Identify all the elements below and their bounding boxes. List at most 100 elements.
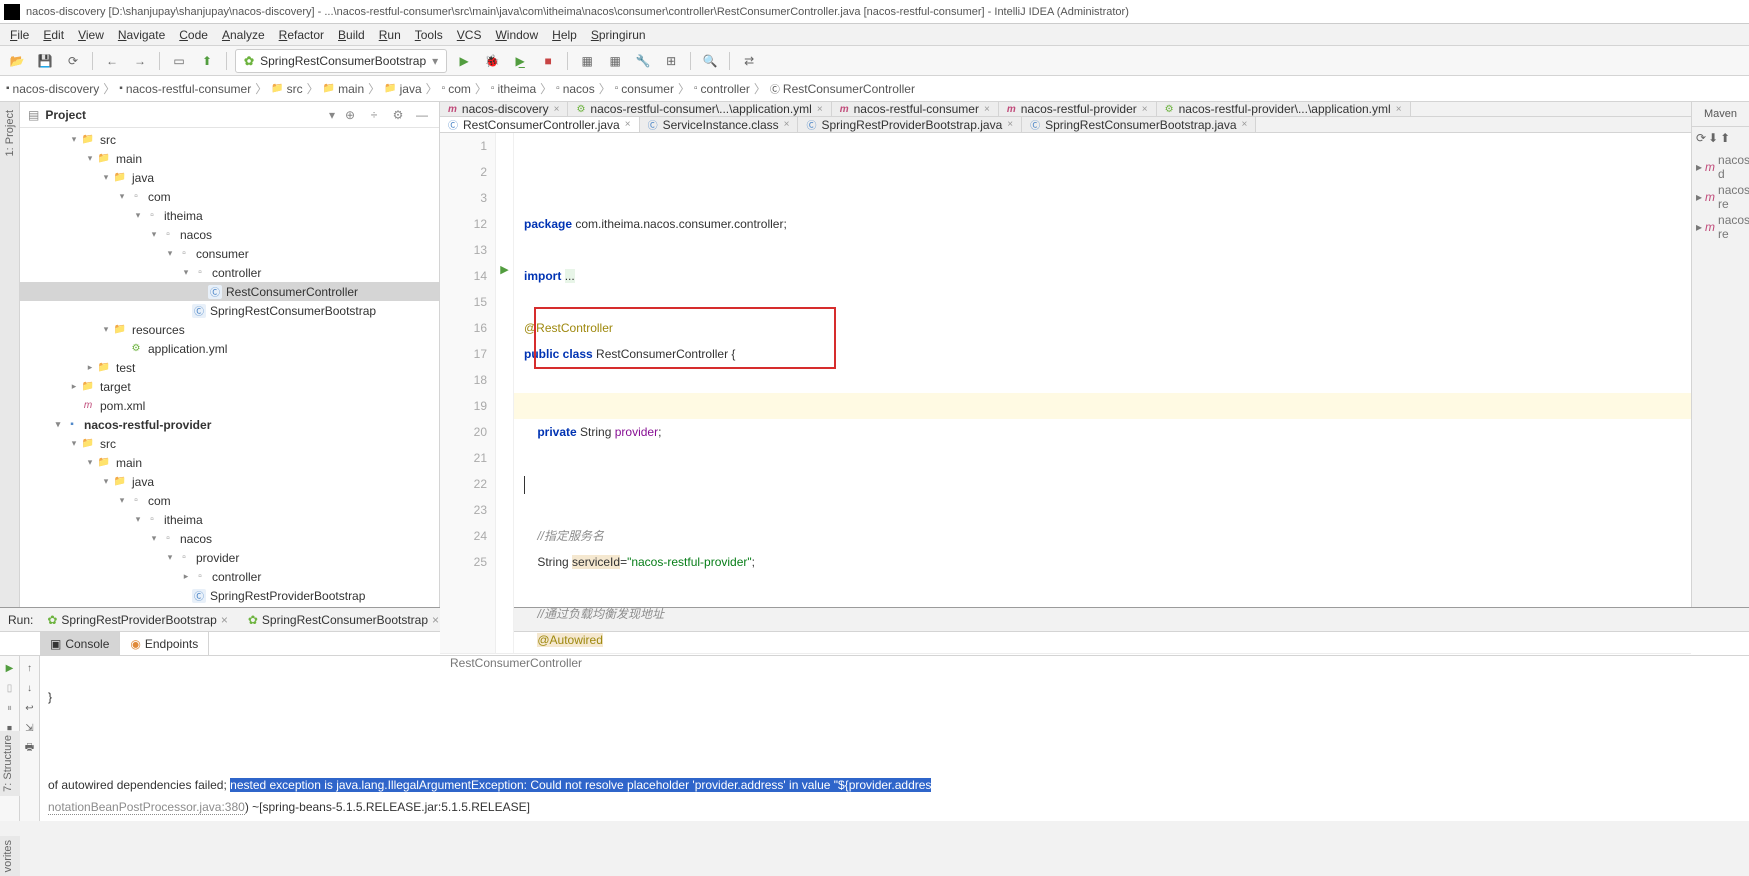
menu-springirun[interactable]: Springirun: [585, 26, 652, 44]
breadcrumb-item[interactable]: ▪ nacos-restful-consumer: [119, 82, 251, 96]
tool3-icon[interactable]: ⊞: [660, 50, 682, 72]
tree-node[interactable]: ⚙application.yml: [20, 339, 439, 358]
select-run-icon[interactable]: ▭: [168, 50, 190, 72]
editor-tab[interactable]: ⚙nacos-restful-provider\...\application.…: [1157, 102, 1411, 116]
breadcrumb-item[interactable]: 📁 java: [384, 82, 421, 96]
sync-icon[interactable]: ⟳: [62, 50, 84, 72]
tree-node[interactable]: ▾▫nacos: [20, 529, 439, 548]
breadcrumb-item[interactable]: ▫ com: [442, 82, 471, 96]
tree-node[interactable]: ▾▫provider: [20, 548, 439, 567]
breadcrumb-item[interactable]: ▫ nacos: [556, 82, 595, 96]
run-config-selector[interactable]: ✿ SpringRestConsumerBootstrap ▾: [235, 49, 447, 73]
breadcrumb-item[interactable]: 📁 src: [271, 82, 302, 96]
tree-node[interactable]: ▸📁target: [20, 377, 439, 396]
breadcrumb-item[interactable]: ▪ nacos-discovery: [6, 82, 99, 96]
close-icon[interactable]: ×: [554, 104, 560, 115]
forward-icon[interactable]: →: [129, 50, 151, 72]
close-icon[interactable]: ×: [1007, 119, 1013, 130]
menu-analyze[interactable]: Analyze: [216, 26, 271, 44]
close-icon[interactable]: ×: [221, 613, 228, 627]
up-icon[interactable]: ⬆: [1720, 131, 1730, 145]
run-tab-consumer[interactable]: ✿ SpringRestConsumerBootstrap ×: [242, 611, 445, 629]
editor-tab[interactable]: mnacos-restful-consumer×: [832, 102, 999, 116]
tree-node[interactable]: mpom.xml: [20, 396, 439, 415]
chevron-down-icon[interactable]: ▾: [329, 108, 335, 122]
back-icon[interactable]: ←: [101, 50, 123, 72]
tree-node[interactable]: ▸📁test: [20, 358, 439, 377]
code-editor[interactable]: 1231213141516171819202122232425 ▶ packag…: [440, 133, 1691, 653]
editor-tab[interactable]: ⚙nacos-restful-consumer\...\application.…: [568, 102, 831, 116]
close-icon[interactable]: ×: [432, 613, 439, 627]
editor-tab[interactable]: ⒸSpringRestConsumerBootstrap.java×: [1022, 117, 1256, 132]
gear-icon[interactable]: ⚙: [389, 108, 407, 122]
coverage-icon[interactable]: ▶̲: [509, 50, 531, 72]
code-body[interactable]: package com.itheima.nacos.consumer.contr…: [514, 133, 1691, 653]
sidebar-tab-structure[interactable]: 7: Structure: [0, 731, 16, 796]
tree-node[interactable]: ▾📁main: [20, 453, 439, 472]
toggle-icon[interactable]: ⇄: [738, 50, 760, 72]
menu-view[interactable]: View: [72, 26, 110, 44]
breadcrumb-item[interactable]: ▫ consumer: [615, 82, 674, 96]
tool2-icon[interactable]: ▦: [604, 50, 626, 72]
subtab-console[interactable]: ▣ Console: [40, 632, 120, 655]
close-icon[interactable]: ×: [1142, 104, 1148, 115]
locate-icon[interactable]: ⊕: [341, 108, 359, 122]
editor-tab[interactable]: ⒸSpringRestProviderBootstrap.java×: [798, 117, 1022, 132]
menu-window[interactable]: Window: [489, 26, 544, 44]
run-gutter-icon[interactable]: ▶: [496, 263, 513, 276]
save-icon[interactable]: 💾: [34, 50, 56, 72]
build-icon[interactable]: ⬆: [196, 50, 218, 72]
close-icon[interactable]: ×: [1242, 119, 1248, 130]
project-tree[interactable]: ▾📁src▾📁main▾📁java▾▫com▾▫itheima▾▫nacos▾▫…: [20, 128, 439, 607]
tree-node[interactable]: ▾▪nacos-restful-provider: [20, 415, 439, 434]
menu-code[interactable]: Code: [173, 26, 214, 44]
menu-vcs[interactable]: VCS: [451, 26, 488, 44]
tree-node[interactable]: ▾▫itheima: [20, 206, 439, 225]
menu-tools[interactable]: Tools: [409, 26, 449, 44]
tree-node[interactable]: ▾📁src: [20, 434, 439, 453]
menu-file[interactable]: File: [4, 26, 35, 44]
tree-node[interactable]: ▾▫consumer: [20, 244, 439, 263]
search-icon[interactable]: 🔍: [699, 50, 721, 72]
menu-edit[interactable]: Edit: [37, 26, 70, 44]
editor-tab[interactable]: ⒸRestConsumerController.java×: [440, 117, 640, 132]
tree-node[interactable]: ▾📁resources: [20, 605, 439, 607]
breadcrumb-item[interactable]: Ⓒ RestConsumerController: [770, 81, 915, 96]
menu-help[interactable]: Help: [546, 26, 583, 44]
run-tab-provider[interactable]: ✿ SpringRestProviderBootstrap ×: [41, 611, 234, 629]
hide-icon[interactable]: —: [413, 108, 431, 122]
stack-link[interactable]: notationBeanPostProcessor.java:380: [48, 800, 245, 815]
close-icon[interactable]: ×: [784, 119, 790, 130]
tree-node[interactable]: ▾📁resources: [20, 320, 439, 339]
subtab-endpoints[interactable]: ◉ Endpoints: [120, 632, 209, 655]
close-icon[interactable]: ×: [984, 104, 990, 115]
tree-node[interactable]: ▾▫nacos: [20, 225, 439, 244]
sidebar-tab-project[interactable]: 1: Project: [4, 106, 16, 160]
collapse-icon[interactable]: ÷: [365, 108, 383, 122]
wrap-icon[interactable]: ↩: [22, 700, 38, 716]
tool1-icon[interactable]: ▦: [576, 50, 598, 72]
editor-tab[interactable]: mnacos-discovery×: [440, 102, 568, 116]
menu-run[interactable]: Run: [373, 26, 407, 44]
breadcrumb-item[interactable]: ▫ itheima: [491, 82, 536, 96]
menu-build[interactable]: Build: [332, 26, 371, 44]
open-icon[interactable]: 📂: [6, 50, 28, 72]
console-output[interactable]: } of autowired dependencies failed; nest…: [40, 656, 1749, 821]
rerun-icon[interactable]: ▶: [2, 660, 18, 676]
menu-navigate[interactable]: Navigate: [112, 26, 171, 44]
tree-node[interactable]: ▾▫controller: [20, 263, 439, 282]
scroll-icon[interactable]: ⇲: [22, 720, 38, 736]
down-arrow-icon[interactable]: ↓: [22, 680, 38, 696]
tree-node[interactable]: ▾📁src: [20, 130, 439, 149]
breadcrumb-item[interactable]: 📁 main: [323, 82, 364, 96]
debug-icon[interactable]: 🐞: [481, 50, 503, 72]
tree-node[interactable]: ▸▫controller: [20, 567, 439, 586]
breadcrumb-item[interactable]: ▫ controller: [694, 82, 750, 96]
close-icon[interactable]: ×: [625, 119, 631, 130]
close-icon[interactable]: ×: [1396, 104, 1402, 115]
print-icon[interactable]: 🖶: [22, 740, 38, 756]
tree-node[interactable]: ⒸSpringRestConsumerBootstrap: [20, 301, 439, 320]
menu-refactor[interactable]: Refactor: [273, 26, 330, 44]
stop-icon[interactable]: ■: [537, 50, 559, 72]
up-arrow-icon[interactable]: ↑: [22, 660, 38, 676]
